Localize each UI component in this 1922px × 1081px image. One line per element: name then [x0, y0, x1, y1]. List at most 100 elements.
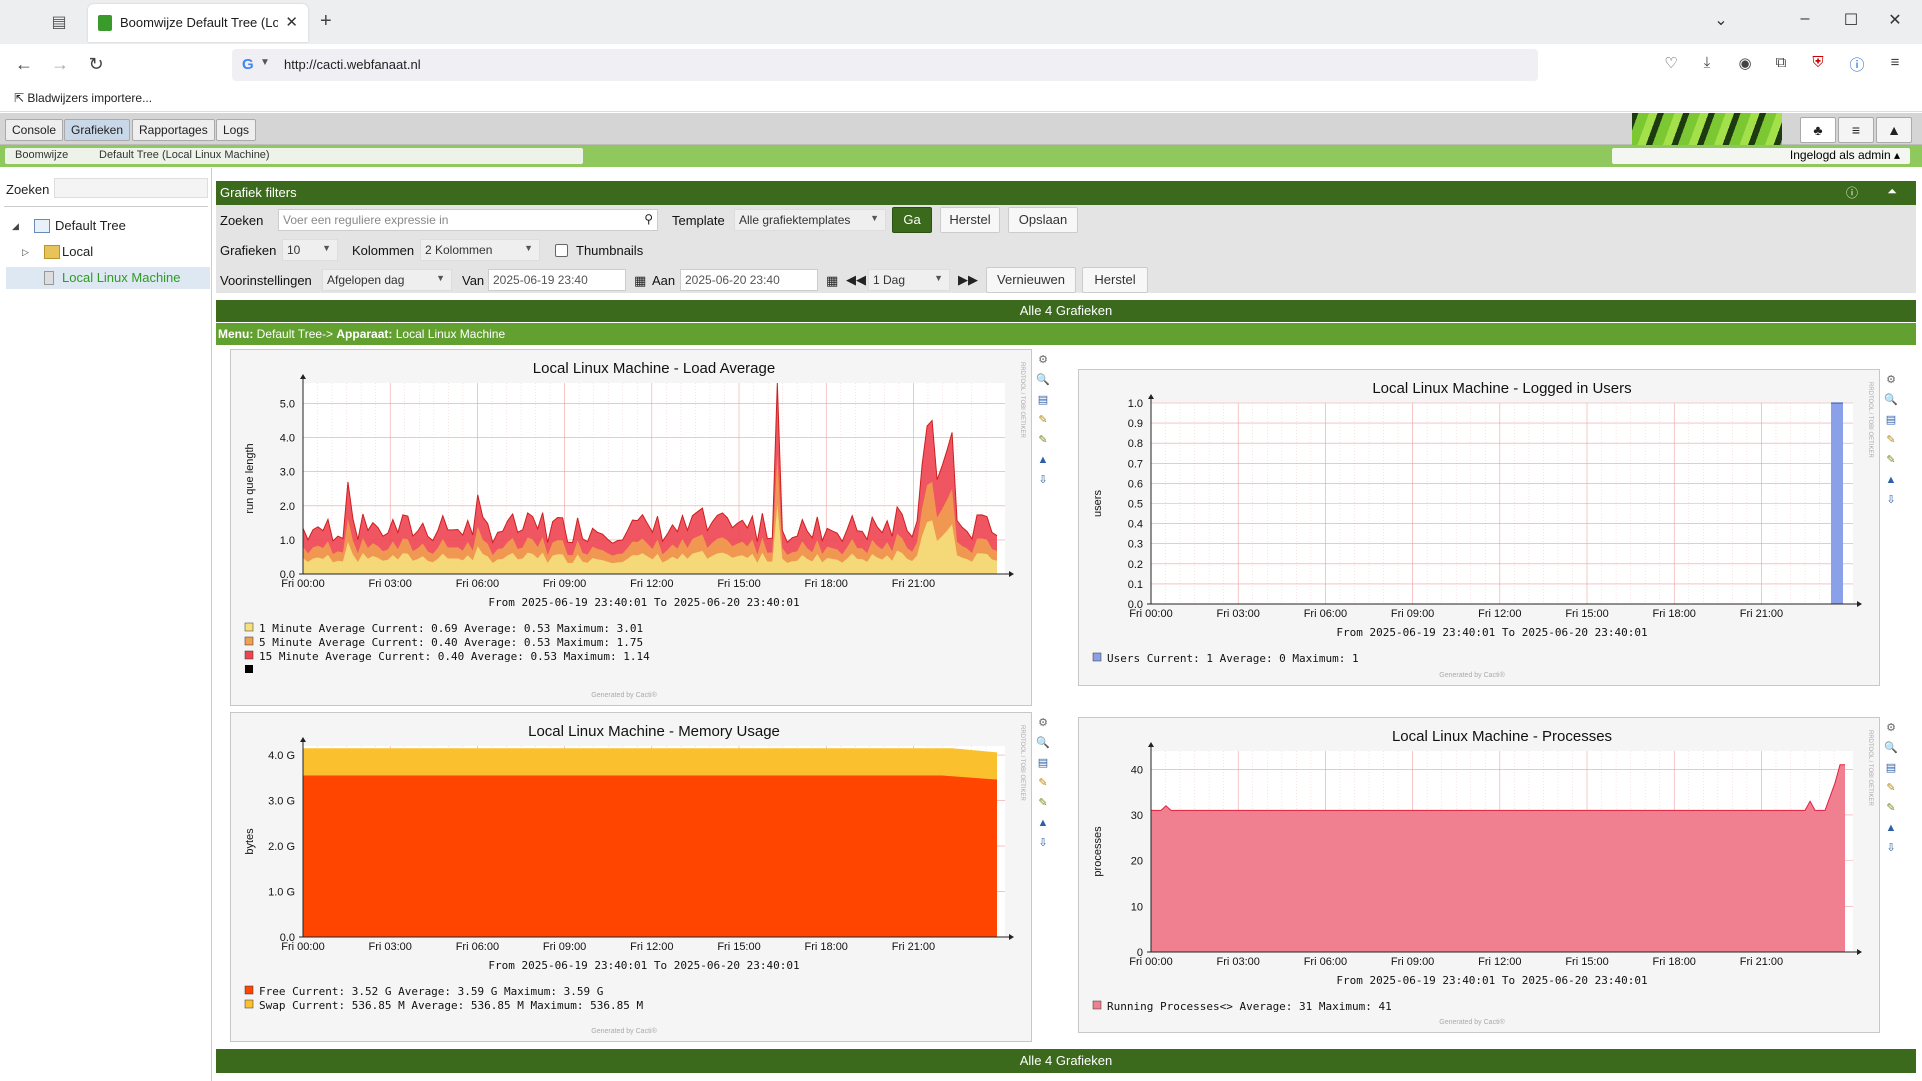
graph-realtime-icon[interactable]: ▲: [1036, 816, 1050, 830]
new-tab-icon[interactable]: +: [320, 10, 332, 33]
graph-logged-in-users[interactable]: Local Linux Machine - Logged in Users 0.0…: [1078, 369, 1880, 686]
edit-template-icon[interactable]: ✎: [1884, 801, 1898, 815]
columns-select[interactable]: 2 Kolommen ▼: [420, 239, 540, 261]
template-select[interactable]: Alle grafiektemplates ▼: [734, 209, 886, 231]
edit-icon[interactable]: ✎: [1036, 413, 1050, 427]
graph-processes[interactable]: Local Linux Machine - Processes 0 10 20 30 40…: [1078, 717, 1880, 1033]
maximize-icon[interactable]: ☐: [1836, 10, 1866, 30]
window-close-icon[interactable]: ✕: [1880, 10, 1910, 30]
shift-left-icon[interactable]: ◀◀: [846, 272, 866, 288]
menu-device[interactable]: Local Linux Machine: [396, 327, 505, 341]
collapse-arrow-icon[interactable]: ▷: [22, 241, 29, 263]
forward-icon[interactable]: →: [48, 54, 72, 76]
reload-icon[interactable]: ↻: [84, 54, 108, 76]
expand-arrow-icon[interactable]: ◢: [12, 215, 19, 237]
collapse-icon[interactable]: ⏶: [1884, 184, 1900, 200]
csv-export-icon[interactable]: ▤: [1884, 761, 1898, 775]
reset-button[interactable]: Herstel: [940, 207, 1000, 233]
address-bar[interactable]: G ▼ http://cacti.webfanaat.nl: [232, 49, 1538, 81]
tree-view-icon[interactable]: ♣: [1800, 117, 1836, 143]
save-button[interactable]: Opslaan: [1008, 207, 1078, 233]
close-tab-icon[interactable]: ✕: [285, 13, 298, 31]
graph-realtime-icon[interactable]: ▲: [1036, 453, 1050, 467]
edit-template-icon[interactable]: ✎: [1036, 796, 1050, 810]
logged-in-user[interactable]: Ingelogd als admin ▴: [1612, 148, 1910, 164]
debug-icon[interactable]: ⇩: [1884, 493, 1898, 507]
extensions-icon[interactable]: ⧉: [1770, 54, 1792, 76]
edit-icon[interactable]: ✎: [1884, 433, 1898, 447]
menu-tree[interactable]: Default Tree->: [257, 327, 333, 341]
go-button[interactable]: Ga: [892, 207, 932, 233]
bookmark-import-link[interactable]: ⇱ Bladwijzers importere...: [14, 91, 152, 105]
url-text[interactable]: http://cacti.webfanaat.nl: [284, 57, 421, 72]
ublock-icon[interactable]: ⛨: [1807, 54, 1829, 76]
back-icon[interactable]: ←: [12, 54, 36, 76]
menu-icon[interactable]: ≡: [1884, 54, 1906, 76]
browser-tab[interactable]: Boomwijze Default Tree (Local L ✕: [88, 4, 308, 42]
shift-right-icon[interactable]: ▶▶: [958, 272, 978, 288]
gear-icon[interactable]: ⚙: [1036, 353, 1050, 367]
download-icon[interactable]: ⤓: [1696, 54, 1718, 76]
tab-console[interactable]: Console: [5, 119, 64, 141]
tab-grafieken[interactable]: Grafieken: [64, 119, 131, 141]
presets-select[interactable]: Afgelopen dag ▼: [322, 269, 452, 291]
refresh-button[interactable]: Vernieuwen: [986, 267, 1076, 293]
edit-icon[interactable]: ✎: [1036, 776, 1050, 790]
to-date-input[interactable]: 2025-06-20 23:40: [680, 269, 818, 291]
tab-rapportages[interactable]: Rapportages: [132, 119, 215, 141]
x-tick-label: Fri 09:00: [543, 578, 586, 590]
calendar-icon[interactable]: ▦: [634, 273, 646, 289]
tree-node-local-linux-machine[interactable]: Local Linux Machine: [6, 267, 210, 289]
graph-realtime-icon[interactable]: ▲: [1884, 473, 1898, 487]
axis-arrow: [1857, 601, 1862, 607]
from-date-input[interactable]: 2025-06-19 23:40: [488, 269, 626, 291]
graph-memory-usage[interactable]: Local Linux Machine - Memory Usage 0.0 1.0…: [230, 712, 1032, 1042]
tab-list-icon[interactable]: ▤: [48, 12, 70, 32]
graph-load-average[interactable]: Local Linux Machine - Load Average 0.0 1.0…: [230, 349, 1032, 706]
edit-template-icon[interactable]: ✎: [1036, 433, 1050, 447]
search-icon[interactable]: ⚲: [644, 212, 653, 226]
help-icon[interactable]: ⓘ: [1844, 184, 1860, 200]
graph-realtime-icon[interactable]: ▲: [1884, 821, 1898, 835]
edit-icon[interactable]: ✎: [1884, 781, 1898, 795]
generated-by: Generated by Cacti®: [591, 1027, 657, 1035]
debug-icon[interactable]: ⇩: [1884, 841, 1898, 855]
search-input[interactable]: Voer een reguliere expressie in ⚲: [278, 209, 658, 231]
pocket-icon[interactable]: ♡: [1660, 54, 1682, 76]
chevron-down-icon[interactable]: ⌄: [1706, 10, 1736, 30]
zoom-icon[interactable]: 🔍: [1036, 373, 1050, 387]
gear-icon[interactable]: ⚙: [1884, 721, 1898, 735]
calendar-icon[interactable]: ▦: [826, 273, 838, 289]
breadcrumb-boomwijze[interactable]: Boomwijze: [15, 149, 68, 161]
reset-time-button[interactable]: Herstel: [1082, 267, 1148, 293]
tab-logs[interactable]: Logs: [216, 119, 257, 141]
y-tick-label: 4.0: [280, 433, 295, 445]
timespan-select[interactable]: 1 Dag ▼: [868, 269, 950, 291]
edit-template-icon[interactable]: ✎: [1884, 453, 1898, 467]
zoom-icon[interactable]: 🔍: [1884, 393, 1898, 407]
list-view-icon[interactable]: ≡: [1838, 117, 1874, 143]
chevron-down-icon[interactable]: ▼: [260, 57, 270, 68]
breadcrumb-default-tree[interactable]: Default Tree (Local Linux Machine): [99, 149, 270, 161]
thumbnails-checkbox[interactable]: [555, 244, 568, 257]
gear-icon[interactable]: ⚙: [1884, 373, 1898, 387]
tree-node-local[interactable]: ▷ Local: [8, 241, 208, 263]
account-icon[interactable]: ◉: [1734, 54, 1756, 76]
csv-export-icon[interactable]: ▤: [1036, 393, 1050, 407]
gear-icon[interactable]: ⚙: [1036, 716, 1050, 730]
password-manager-icon[interactable]: ⓘ: [1846, 54, 1868, 76]
debug-icon[interactable]: ⇩: [1036, 836, 1050, 850]
preview-view-icon[interactable]: ▲: [1876, 117, 1912, 143]
minimize-icon[interactable]: –: [1790, 10, 1820, 28]
zoom-icon[interactable]: 🔍: [1884, 741, 1898, 755]
zoom-icon[interactable]: 🔍: [1036, 736, 1050, 750]
legend-swatch: [1092, 1000, 1102, 1010]
sidebar-search-input[interactable]: [54, 178, 208, 198]
csv-export-icon[interactable]: ▤: [1884, 413, 1898, 427]
csv-export-icon[interactable]: ▤: [1036, 756, 1050, 770]
tree-node-default-tree[interactable]: ◢ Default Tree: [8, 215, 208, 237]
template-value: Alle grafiektemplates: [739, 213, 851, 227]
chevron-down-icon: ▼: [870, 213, 879, 223]
debug-icon[interactable]: ⇩: [1036, 473, 1050, 487]
graphs-select[interactable]: 10 ▼: [282, 239, 338, 261]
